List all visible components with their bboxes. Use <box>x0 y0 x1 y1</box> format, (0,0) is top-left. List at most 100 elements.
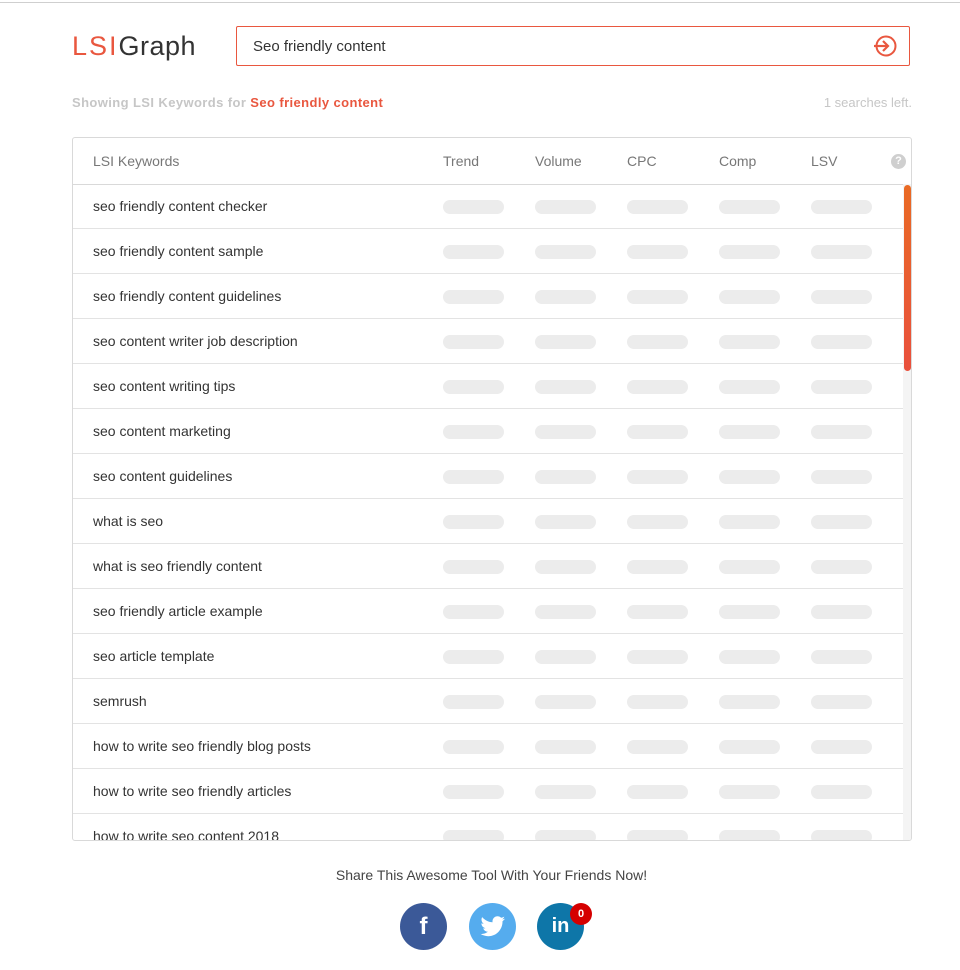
keyword-cell[interactable]: how to write seo friendly blog posts <box>93 738 311 754</box>
volume-placeholder <box>535 695 596 709</box>
header-trend[interactable]: Trend <box>443 153 479 169</box>
table-row[interactable]: semrush <box>73 679 903 724</box>
search-input[interactable] <box>253 27 853 65</box>
lsv-placeholder <box>811 245 872 259</box>
keyword-cell[interactable]: seo friendly article example <box>93 603 263 619</box>
keyword-cell[interactable]: what is seo friendly content <box>93 558 262 574</box>
comp-placeholder <box>719 425 780 439</box>
keyword-cell[interactable]: seo content writing tips <box>93 378 235 394</box>
lsv-placeholder <box>811 830 872 840</box>
comp-placeholder <box>719 470 780 484</box>
lsv-placeholder <box>811 785 872 799</box>
trend-placeholder <box>443 695 504 709</box>
comp-placeholder <box>719 515 780 529</box>
comp-placeholder <box>719 830 780 840</box>
table-row[interactable]: seo content writer job description <box>73 319 903 364</box>
top-divider <box>0 2 960 3</box>
volume-placeholder <box>535 200 596 214</box>
keyword-cell[interactable]: seo friendly content checker <box>93 198 267 214</box>
linkedin-share-count-badge: 0 <box>570 903 592 925</box>
twitter-share-button[interactable] <box>469 903 516 950</box>
keyword-cell[interactable]: semrush <box>93 693 147 709</box>
lsv-placeholder <box>811 470 872 484</box>
lsv-placeholder <box>811 290 872 304</box>
header-comp[interactable]: Comp <box>719 153 756 169</box>
cpc-placeholder <box>627 695 688 709</box>
header-lsv[interactable]: LSV <box>811 153 837 169</box>
keyword-cell[interactable]: seo content guidelines <box>93 468 232 484</box>
comp-placeholder <box>719 245 780 259</box>
cpc-placeholder <box>627 245 688 259</box>
keyword-cell[interactable]: how to write seo content 2018 <box>93 828 279 840</box>
keyword-cell[interactable]: how to write seo friendly articles <box>93 783 291 799</box>
table-row[interactable]: seo article template <box>73 634 903 679</box>
comp-placeholder <box>719 605 780 619</box>
table-row[interactable]: seo content marketing <box>73 409 903 454</box>
lsv-placeholder <box>811 650 872 664</box>
table-row[interactable]: how to write seo friendly blog posts <box>73 724 903 769</box>
lsv-placeholder <box>811 515 872 529</box>
lsigraph-logo[interactable]: LSIGraph <box>72 30 196 62</box>
header-cpc[interactable]: CPC <box>627 153 657 169</box>
comp-placeholder <box>719 560 780 574</box>
volume-placeholder <box>535 650 596 664</box>
lsv-placeholder <box>811 200 872 214</box>
table-row[interactable]: seo content guidelines <box>73 454 903 499</box>
trend-placeholder <box>443 830 504 840</box>
searched-keyword: Seo friendly content <box>250 95 384 110</box>
trend-placeholder <box>443 740 504 754</box>
sign-in-arrow-icon[interactable] <box>873 35 897 57</box>
cpc-placeholder <box>627 425 688 439</box>
trend-placeholder <box>443 335 504 349</box>
keyword-cell[interactable]: seo content marketing <box>93 423 231 439</box>
volume-placeholder <box>535 515 596 529</box>
lsv-placeholder <box>811 695 872 709</box>
header-volume[interactable]: Volume <box>535 153 582 169</box>
trend-placeholder <box>443 785 504 799</box>
cpc-placeholder <box>627 380 688 394</box>
volume-placeholder <box>535 830 596 840</box>
volume-placeholder <box>535 470 596 484</box>
scrollbar-track[interactable] <box>903 184 911 840</box>
table-row[interactable]: seo friendly content checker <box>73 184 903 229</box>
trend-placeholder <box>443 650 504 664</box>
keyword-cell[interactable]: seo friendly content guidelines <box>93 288 281 304</box>
table-row[interactable]: how to write seo content 2018 <box>73 814 903 840</box>
table-row[interactable]: what is seo <box>73 499 903 544</box>
table-row[interactable]: seo content writing tips <box>73 364 903 409</box>
facebook-share-button[interactable]: f <box>400 903 447 950</box>
scrollbar-thumb[interactable] <box>904 185 911 371</box>
comp-placeholder <box>719 740 780 754</box>
question-circle-icon[interactable]: ? <box>891 154 906 169</box>
comp-placeholder <box>719 380 780 394</box>
trend-placeholder <box>443 245 504 259</box>
showing-keywords-label: Showing LSI Keywords for Seo friendly co… <box>72 95 384 110</box>
keyword-cell[interactable]: seo content writer job description <box>93 333 298 349</box>
cpc-placeholder <box>627 830 688 840</box>
volume-placeholder <box>535 425 596 439</box>
table-row[interactable]: seo friendly content guidelines <box>73 274 903 319</box>
lsv-placeholder <box>811 605 872 619</box>
table-row[interactable]: how to write seo friendly articles <box>73 769 903 814</box>
volume-placeholder <box>535 605 596 619</box>
comp-placeholder <box>719 785 780 799</box>
keyword-cell[interactable]: seo friendly content sample <box>93 243 263 259</box>
lsv-placeholder <box>811 560 872 574</box>
table-row[interactable]: seo friendly article example <box>73 589 903 634</box>
table-row[interactable]: seo friendly content sample <box>73 229 903 274</box>
volume-placeholder <box>535 245 596 259</box>
cpc-placeholder <box>627 290 688 304</box>
keyword-cell[interactable]: seo article template <box>93 648 214 664</box>
cpc-placeholder <box>627 515 688 529</box>
trend-placeholder <box>443 470 504 484</box>
volume-placeholder <box>535 740 596 754</box>
trend-placeholder <box>443 560 504 574</box>
comp-placeholder <box>719 290 780 304</box>
header-lsi-keywords[interactable]: LSI Keywords <box>93 153 179 169</box>
keyword-cell[interactable]: what is seo <box>93 513 163 529</box>
searches-left-counter: 1 searches left. <box>823 95 912 110</box>
volume-placeholder <box>535 380 596 394</box>
lsv-placeholder <box>811 380 872 394</box>
trend-placeholder <box>443 515 504 529</box>
table-row[interactable]: what is seo friendly content <box>73 544 903 589</box>
